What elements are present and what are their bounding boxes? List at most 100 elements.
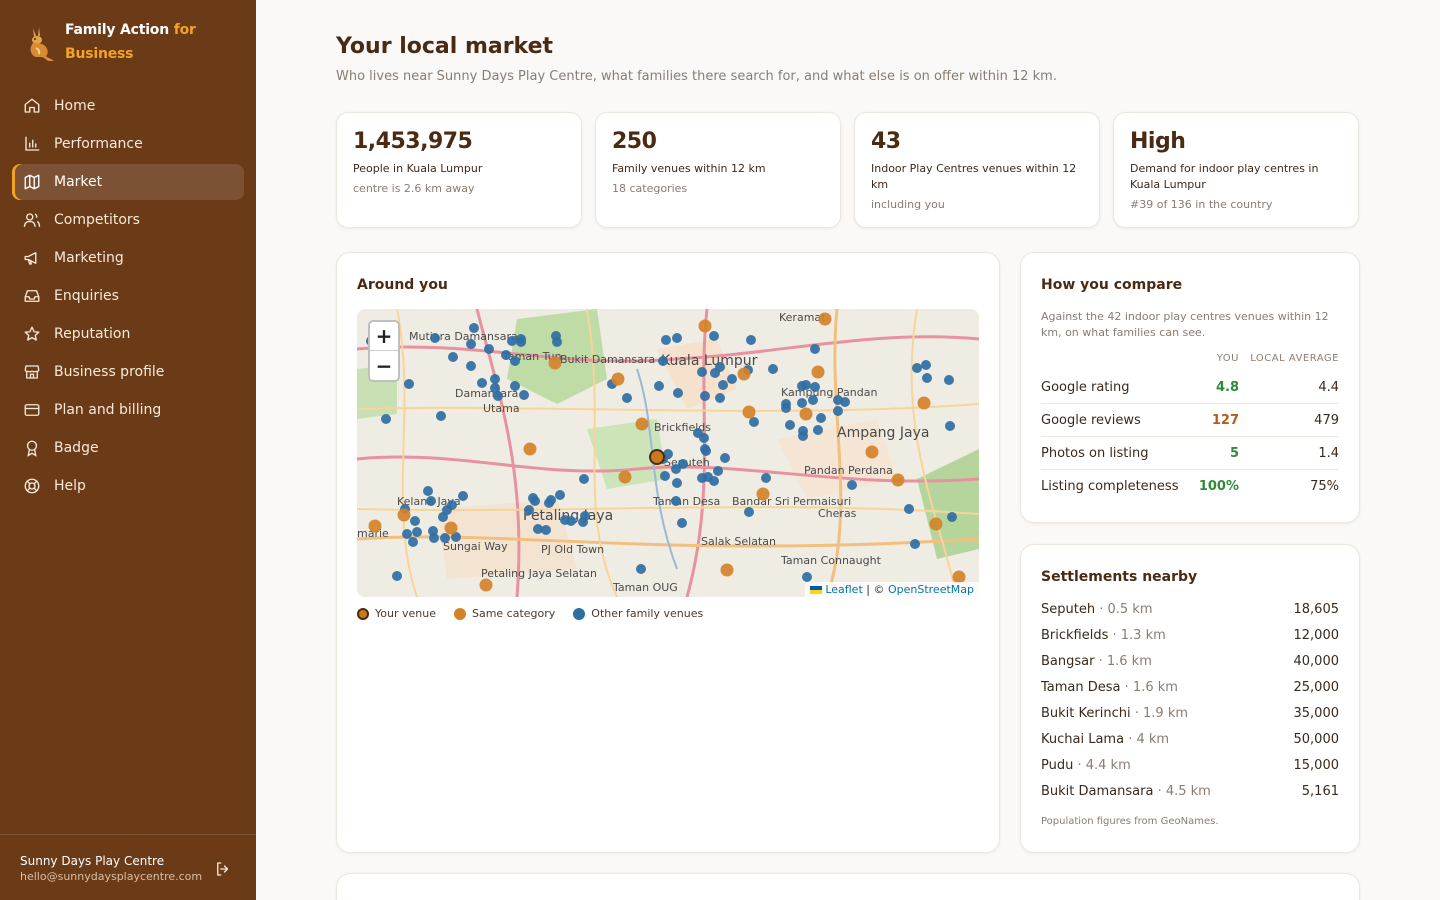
- zoom-in-button[interactable]: +: [370, 322, 398, 351]
- other-venue-marker[interactable]: [744, 507, 754, 517]
- other-venue-marker[interactable]: [381, 414, 391, 424]
- other-venue-marker[interactable]: [579, 474, 589, 484]
- other-venue-marker[interactable]: [490, 383, 500, 393]
- other-venue-marker[interactable]: [785, 420, 795, 430]
- other-venue-marker[interactable]: [551, 331, 561, 341]
- other-venue-marker[interactable]: [697, 367, 707, 377]
- other-venue-marker[interactable]: [720, 453, 730, 463]
- other-venue-marker[interactable]: [484, 344, 494, 354]
- other-venue-marker[interactable]: [700, 444, 710, 454]
- same-category-marker[interactable]: [799, 407, 813, 421]
- other-venue-marker[interactable]: [749, 417, 759, 427]
- osm-link[interactable]: OpenStreetMap: [888, 583, 974, 596]
- other-venue-marker[interactable]: [426, 496, 436, 506]
- other-venue-marker[interactable]: [768, 364, 778, 374]
- other-venue-marker[interactable]: [466, 361, 476, 371]
- nav-item-home[interactable]: Home: [12, 88, 244, 124]
- other-venue-marker[interactable]: [672, 478, 682, 488]
- nav-item-help[interactable]: Help: [12, 468, 244, 504]
- same-category-marker[interactable]: [397, 508, 411, 522]
- same-category-marker[interactable]: [635, 417, 649, 431]
- other-venue-marker[interactable]: [797, 398, 807, 408]
- other-venue-marker[interactable]: [555, 490, 565, 500]
- other-venue-marker[interactable]: [510, 356, 520, 366]
- other-venue-marker[interactable]: [477, 378, 487, 388]
- other-venue-marker[interactable]: [944, 375, 954, 385]
- other-venue-marker[interactable]: [440, 533, 450, 543]
- zoom-out-button[interactable]: −: [370, 351, 398, 380]
- other-venue-marker[interactable]: [797, 381, 807, 391]
- other-venue-marker[interactable]: [410, 516, 420, 526]
- other-venue-marker[interactable]: [709, 331, 719, 341]
- other-venue-marker[interactable]: [904, 504, 914, 514]
- other-venue-marker[interactable]: [947, 512, 957, 522]
- other-venue-marker[interactable]: [727, 374, 737, 384]
- other-venue-marker[interactable]: [658, 356, 668, 366]
- other-venue-marker[interactable]: [718, 380, 728, 390]
- same-category-marker[interactable]: [891, 473, 905, 487]
- other-venue-marker[interactable]: [490, 374, 500, 384]
- same-category-marker[interactable]: [742, 405, 756, 419]
- nav-item-performance[interactable]: Performance: [12, 126, 244, 162]
- logout-icon[interactable]: [214, 860, 232, 878]
- other-venue-marker[interactable]: [661, 335, 671, 345]
- same-category-marker[interactable]: [618, 470, 632, 484]
- other-venue-marker[interactable]: [524, 505, 534, 515]
- same-category-marker[interactable]: [368, 519, 382, 533]
- other-venue-marker[interactable]: [466, 339, 476, 349]
- same-category-marker[interactable]: [444, 521, 458, 535]
- other-venue-marker[interactable]: [412, 527, 422, 537]
- other-venue-marker[interactable]: [671, 496, 681, 506]
- nav-item-enquiries[interactable]: Enquiries: [12, 278, 244, 314]
- other-venue-marker[interactable]: [660, 471, 670, 481]
- other-venue-marker[interactable]: [654, 381, 664, 391]
- other-venue-marker[interactable]: [677, 518, 687, 528]
- other-venue-marker[interactable]: [578, 517, 588, 527]
- other-venue-marker[interactable]: [709, 476, 719, 486]
- other-venue-marker[interactable]: [808, 395, 818, 405]
- other-venue-marker[interactable]: [697, 473, 707, 483]
- other-venue-marker[interactable]: [921, 360, 931, 370]
- other-venue-marker[interactable]: [516, 337, 526, 347]
- other-venue-marker[interactable]: [673, 388, 683, 398]
- same-category-marker[interactable]: [611, 372, 625, 386]
- other-venue-marker[interactable]: [519, 390, 529, 400]
- same-category-marker[interactable]: [720, 563, 734, 577]
- same-category-marker[interactable]: [479, 578, 493, 592]
- other-venue-marker[interactable]: [402, 529, 412, 539]
- other-venue-marker[interactable]: [761, 473, 771, 483]
- other-venue-marker[interactable]: [715, 393, 725, 403]
- other-venue-marker[interactable]: [713, 466, 723, 476]
- other-venue-marker[interactable]: [428, 526, 438, 536]
- same-category-marker[interactable]: [917, 396, 931, 410]
- other-venue-marker[interactable]: [798, 431, 808, 441]
- other-venue-marker[interactable]: [622, 393, 632, 403]
- other-venue-marker[interactable]: [408, 537, 418, 547]
- other-venue-marker[interactable]: [544, 498, 554, 508]
- same-category-marker[interactable]: [865, 445, 879, 459]
- nav-item-marketing[interactable]: Marketing: [12, 240, 244, 276]
- other-venue-marker[interactable]: [530, 496, 540, 506]
- same-category-marker[interactable]: [548, 356, 562, 370]
- other-venue-marker[interactable]: [840, 397, 850, 407]
- other-venue-marker[interactable]: [458, 491, 468, 501]
- other-venue-marker[interactable]: [469, 323, 479, 333]
- other-venue-marker[interactable]: [710, 368, 720, 378]
- other-venue-marker[interactable]: [442, 505, 452, 515]
- other-venue-marker[interactable]: [781, 403, 791, 413]
- other-venue-marker[interactable]: [833, 406, 843, 416]
- other-venue-marker[interactable]: [566, 516, 576, 526]
- nav-item-badge[interactable]: Badge: [12, 430, 244, 466]
- map-canvas[interactable]: KeramatMutiara DamansaraTaman TunBukit D…: [357, 309, 979, 597]
- nav-item-reputation[interactable]: Reputation: [12, 316, 244, 352]
- other-venue-marker[interactable]: [436, 411, 446, 421]
- other-venue-marker[interactable]: [392, 571, 402, 581]
- other-venue-marker[interactable]: [802, 572, 812, 582]
- other-venue-marker[interactable]: [912, 363, 922, 373]
- other-venue-marker[interactable]: [430, 333, 440, 343]
- other-venue-marker[interactable]: [636, 564, 646, 574]
- other-venue-marker[interactable]: [847, 480, 857, 490]
- nav-item-plan-billing[interactable]: Plan and billing: [12, 392, 244, 428]
- other-venue-marker[interactable]: [813, 425, 823, 435]
- other-venue-marker[interactable]: [672, 333, 682, 343]
